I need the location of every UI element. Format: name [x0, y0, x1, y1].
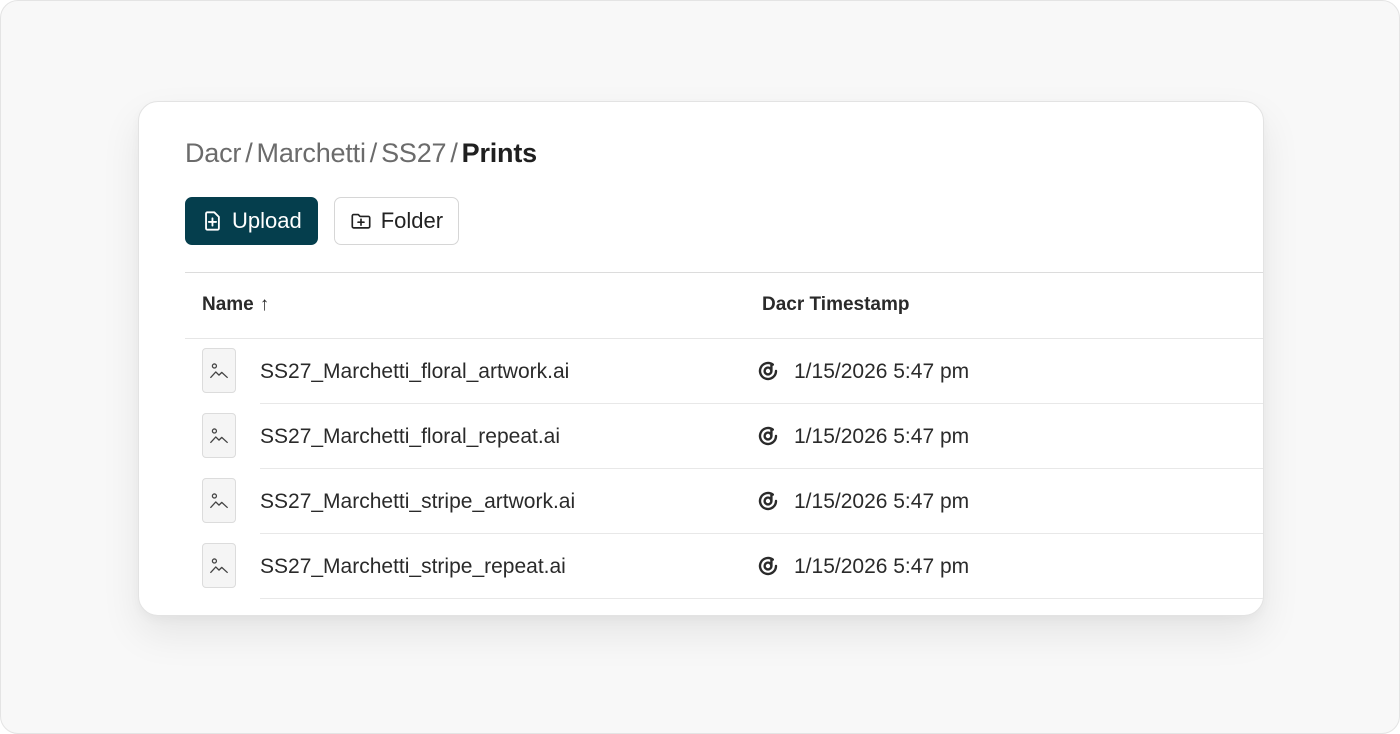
file-browser-card: Dacr / Marchetti / SS27/Prints Upload Fo… [138, 101, 1264, 616]
upload-button[interactable]: Upload [185, 197, 318, 245]
column-header-name[interactable]: Name ↑ [202, 294, 269, 316]
breadcrumb-separator: / [450, 138, 458, 168]
dacr-stamp-icon [756, 554, 780, 578]
breadcrumb-item-ss27[interactable]: SS27 [381, 138, 446, 168]
breadcrumb-separator: / [369, 138, 378, 168]
breadcrumb-item-marchetti[interactable]: Marchetti [257, 138, 366, 168]
breadcrumb-item-dacr[interactable]: Dacr [185, 138, 241, 168]
column-name-label: Name [202, 294, 254, 315]
breadcrumb: Dacr / Marchetti / SS27/Prints [185, 138, 537, 169]
file-name[interactable]: SS27_Marchetti_stripe_repeat.ai [260, 555, 566, 579]
file-name[interactable]: SS27_Marchetti_floral_repeat.ai [260, 425, 560, 449]
breadcrumb-current: Prints [461, 138, 538, 168]
table-row[interactable]: SS27_Marchetti_floral_artwork.ai 1/15/20… [185, 339, 1263, 404]
image-file-icon [202, 348, 236, 393]
toolbar: Upload Folder [185, 197, 460, 245]
table-row[interactable]: SS27_Marchetti_stripe_repeat.ai 1/15/202… [185, 534, 1263, 599]
dacr-stamp-icon [756, 489, 780, 513]
breadcrumb-separator: / [245, 138, 253, 168]
timestamp: 1/15/2026 5:47 pm [794, 490, 970, 513]
image-file-icon [202, 413, 236, 458]
upload-label: Upload [232, 208, 302, 233]
new-folder-button[interactable]: Folder [333, 197, 460, 245]
image-file-icon [202, 543, 236, 588]
file-name[interactable]: SS27_Marchetti_stripe_artwork.ai [260, 490, 575, 514]
table-row[interactable]: SS27_Marchetti_floral_repeat.ai 1/15/202… [185, 404, 1263, 469]
dacr-stamp-icon [756, 424, 780, 448]
table-row[interactable]: SS27_Marchetti_stripe_artwork.ai 1/15/20… [185, 469, 1263, 534]
file-name[interactable]: SS27_Marchetti_floral_artwork.ai [260, 360, 569, 384]
folder-plus-icon [350, 210, 372, 232]
dacr-stamp-icon [756, 359, 780, 383]
sort-ascending-icon: ↑ [259, 294, 270, 315]
folder-label: Folder [380, 208, 444, 233]
file-plus-icon [201, 210, 223, 232]
timestamp: 1/15/2026 5:47 pm [794, 425, 970, 448]
timestamp: 1/15/2026 5:47 pm [794, 360, 970, 383]
table-header: Name ↑ Dacr Timestamp [185, 272, 1263, 339]
file-table: Name ↑ Dacr Timestamp SS27_Marchetti_flo… [185, 272, 1263, 599]
page-frame: Dacr / Marchetti / SS27/Prints Upload Fo… [0, 0, 1400, 734]
image-file-icon [202, 478, 236, 523]
column-header-timestamp[interactable]: Dacr Timestamp [762, 294, 910, 316]
table-body: SS27_Marchetti_floral_artwork.ai 1/15/20… [185, 339, 1263, 599]
timestamp: 1/15/2026 5:47 pm [794, 555, 970, 578]
